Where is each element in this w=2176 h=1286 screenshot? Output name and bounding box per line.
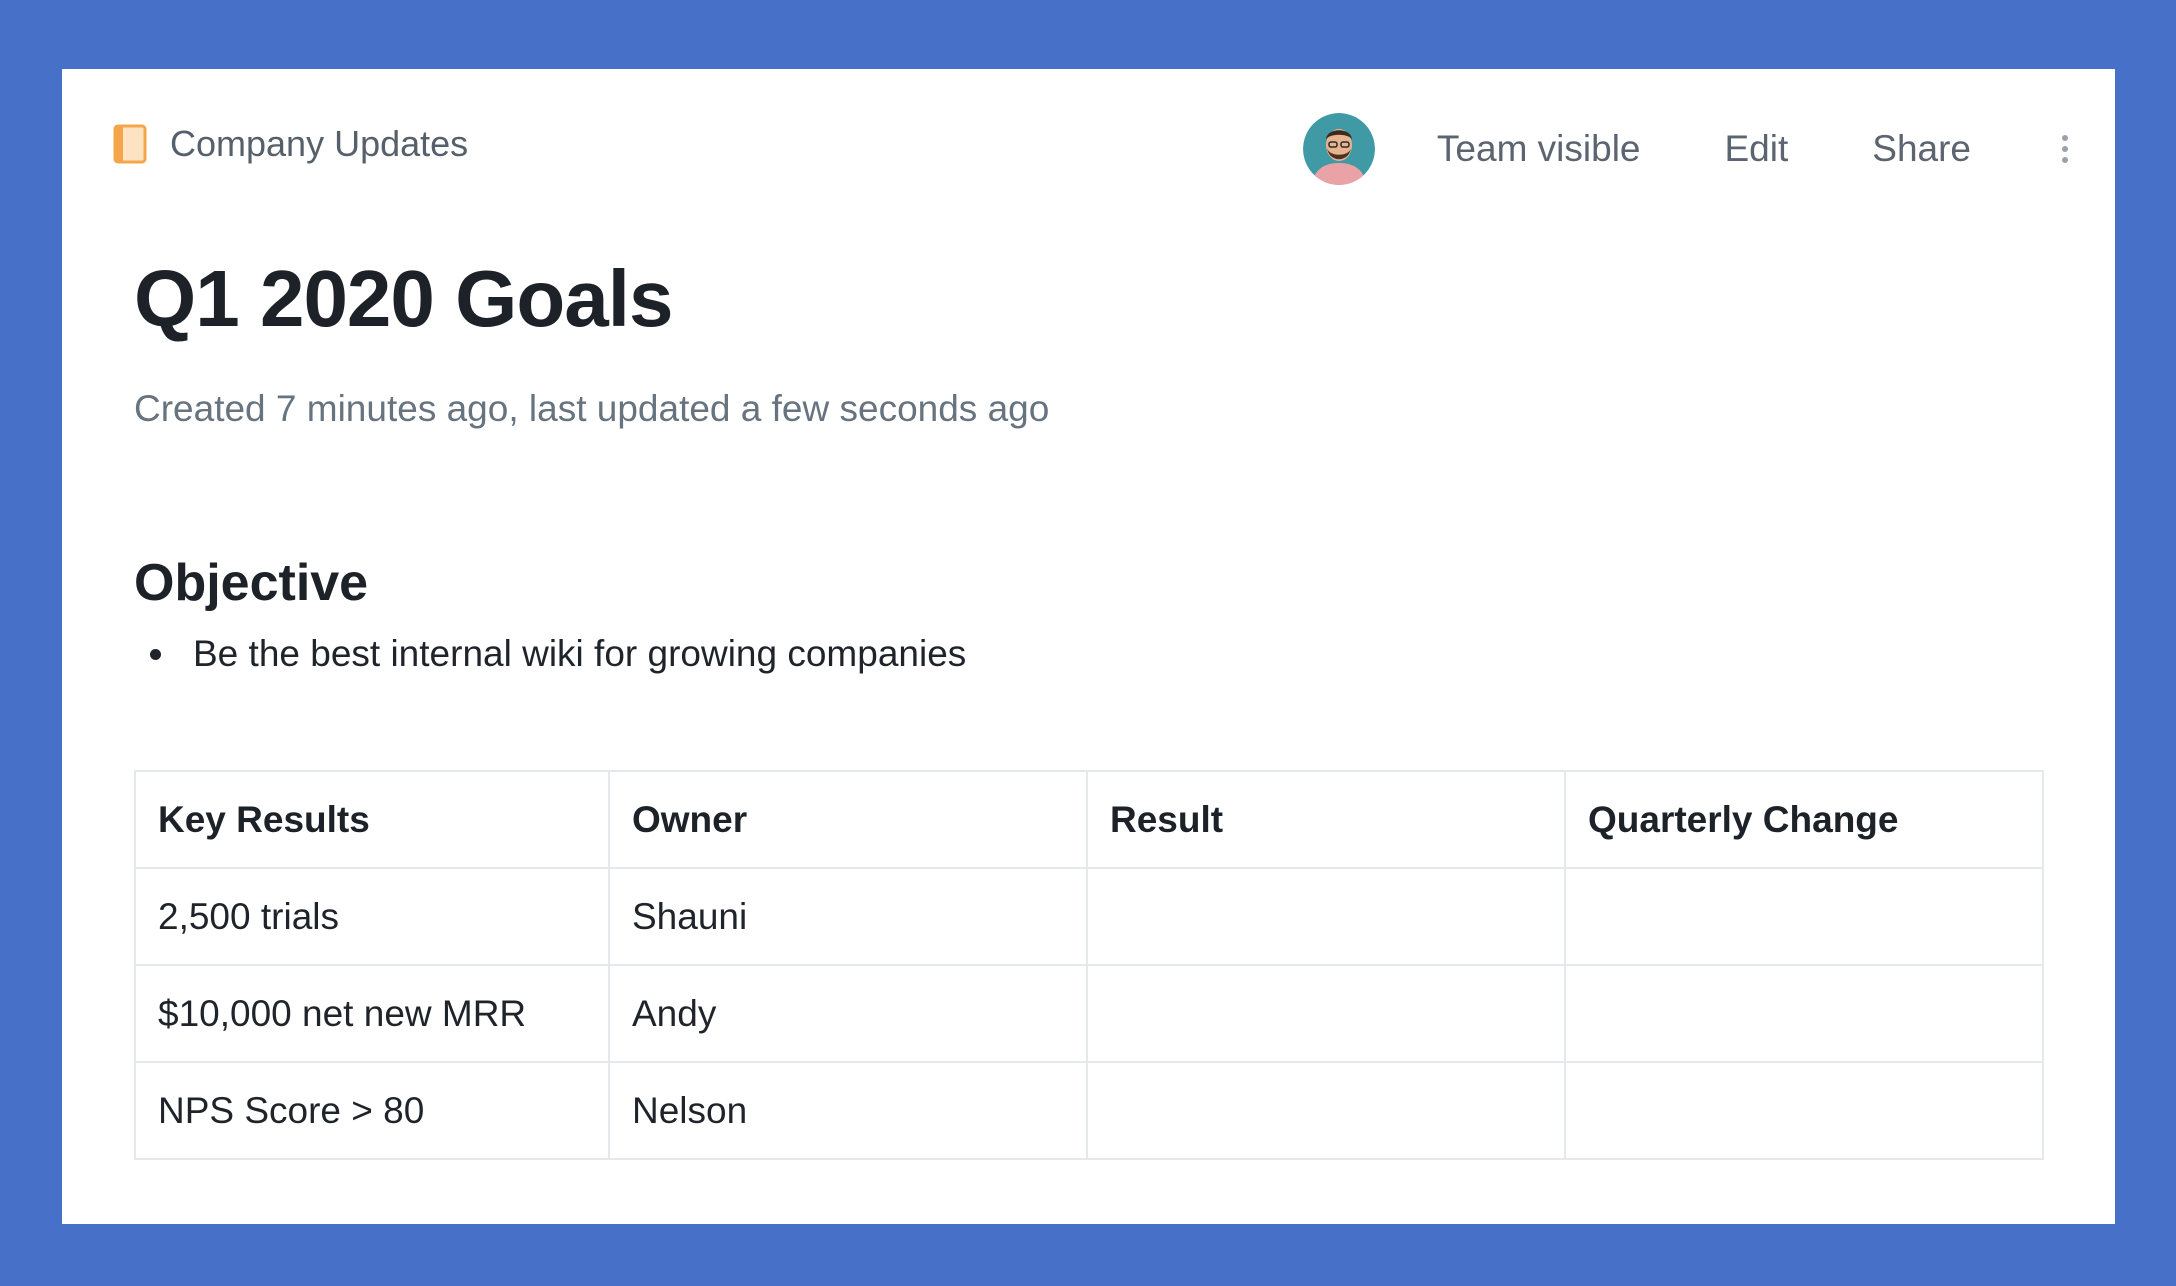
list-item-text: Be the best internal wiki for growing co… (193, 633, 967, 674)
header-key-results[interactable]: Key Results (134, 770, 610, 869)
document-card: Company Updates Team visible Edit Share … (62, 69, 2115, 1224)
key-results-table: Key Results Owner Result Quarterly Chang… (134, 770, 2044, 1160)
table-row: NPS Score > 80 Nelson (134, 1061, 2044, 1160)
table-cell[interactable]: Shauni (608, 867, 1088, 966)
table-cell[interactable]: 2,500 trials (134, 867, 610, 966)
table-cell[interactable]: $10,000 net new MRR (134, 964, 610, 1063)
table-cell[interactable]: NPS Score > 80 (134, 1061, 610, 1160)
table-cell[interactable]: Andy (608, 964, 1088, 1063)
document-meta: Created 7 minutes ago, last updated a fe… (134, 388, 1050, 429)
table-cell[interactable] (1564, 867, 2044, 966)
bullet-icon (150, 648, 161, 660)
page-title[interactable]: Q1 2020 Goals (134, 259, 673, 339)
table-row: $10,000 net new MRR Andy (134, 964, 2044, 1063)
header-quarterly-change[interactable]: Quarterly Change (1564, 770, 2044, 869)
breadcrumb[interactable]: Company Updates (112, 123, 468, 165)
table-cell[interactable] (1086, 964, 1566, 1063)
header-actions: Team visible Edit Share (1302, 113, 2075, 185)
more-vertical-icon[interactable] (2055, 129, 2075, 169)
list-item[interactable]: Be the best internal wiki for growing co… (134, 633, 966, 675)
objective-list: Be the best internal wiki for growing co… (134, 633, 966, 675)
header-result[interactable]: Result (1086, 770, 1566, 869)
table-cell[interactable] (1564, 1061, 2044, 1160)
table-header-row: Key Results Owner Result Quarterly Chang… (134, 770, 2044, 869)
table-cell[interactable] (1564, 964, 2044, 1063)
table-cell[interactable] (1086, 867, 1566, 966)
user-avatar[interactable] (1302, 113, 1375, 185)
collection-link[interactable]: Company Updates (170, 123, 468, 165)
table-cell[interactable]: Nelson (608, 1061, 1088, 1160)
table-cell[interactable] (1086, 1061, 1566, 1160)
book-icon (112, 124, 148, 164)
section-heading-objective[interactable]: Objective (134, 557, 368, 609)
edit-button[interactable]: Edit (1725, 128, 1789, 170)
share-button[interactable]: Share (1872, 128, 1971, 170)
table-row: 2,500 trials Shauni (134, 867, 2044, 966)
avatar-icon (1302, 113, 1375, 185)
header-owner[interactable]: Owner (608, 770, 1088, 869)
team-visible-button[interactable]: Team visible (1437, 128, 1641, 170)
